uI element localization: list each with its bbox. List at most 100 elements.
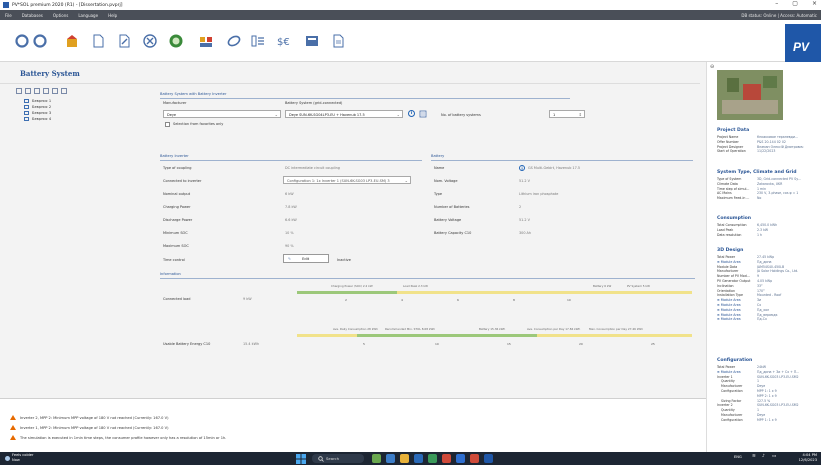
report-icon[interactable]: [304, 33, 320, 49]
section-divider: [431, 160, 693, 161]
section-heading-consumption: Consumption: [717, 216, 752, 221]
warning-icon: [10, 425, 16, 430]
menu-help[interactable]: Help: [103, 13, 122, 18]
globe-icon[interactable]: [168, 33, 184, 49]
forward-icon[interactable]: [32, 33, 48, 49]
battery-icon[interactable]: [250, 33, 266, 49]
document-icon[interactable]: [330, 33, 346, 49]
battery-voltage-value: 51.2 V: [519, 218, 530, 222]
edit-button[interactable]: ✎ Edit: [283, 254, 329, 263]
tree-tools-icon[interactable]: [52, 88, 58, 94]
back-icon[interactable]: [14, 33, 30, 49]
project-icon[interactable]: [64, 33, 80, 49]
database-icon[interactable]: [419, 110, 427, 118]
word-icon[interactable]: [456, 454, 465, 463]
warning-message[interactable]: Inverter 1, MPP 2: Minimum MPP voltage o…: [10, 425, 168, 430]
maximize-button[interactable]: ▢: [792, 0, 798, 7]
marker-label: Recommended Min. STOL 8.68 kWh: [385, 327, 436, 331]
coupling-value: DC intermediate circuit coupling: [285, 166, 340, 170]
cable-icon[interactable]: [226, 33, 242, 49]
tray-language[interactable]: ENG: [734, 455, 742, 459]
tick-label: 10: [435, 342, 439, 346]
connected-inverter-select[interactable]: Configuration 1: 1x Inverter 1 (SUN-6K-S…: [283, 176, 411, 184]
minimum-soc-value: 10 %: [285, 231, 294, 235]
tree-edit-icon[interactable]: [43, 88, 49, 94]
minimize-button[interactable]: –: [775, 0, 778, 7]
summary-row: Data resolution 1 h: [717, 233, 819, 238]
info-icon[interactable]: i: [519, 165, 525, 171]
summary-row[interactable]: Module AreaПд-Сх: [717, 317, 819, 322]
tree-copy-icon[interactable]: [25, 88, 31, 94]
window-titlebar: PV*SOL premium 2020 (R1) - [Dissertation…: [0, 0, 821, 10]
menu-databases[interactable]: Databases: [17, 13, 48, 18]
tree-item[interactable]: Беврпис 4: [16, 116, 144, 122]
section-divider: [160, 98, 570, 99]
section-information: Information: [160, 272, 181, 276]
chevron-down-icon: ⌄: [396, 112, 400, 117]
favorites-label: Selection from favorites only: [173, 122, 224, 126]
tick-label: 25: [651, 342, 655, 346]
taskbar-app-icon[interactable]: [428, 454, 437, 463]
brand-logo: PV: [785, 24, 821, 62]
discharge-power-label: Discharge Power: [163, 218, 193, 222]
weather-icon: [5, 456, 10, 461]
marker-label: Max. Consumption per Day 27.46 kWh: [589, 327, 643, 331]
tree-panel: Беврпис 1 Беврпис 2 Беврпис 3 Беврпис 4: [16, 88, 144, 398]
marker-label: Ave. Consumption per Day 17.84 kWh: [527, 327, 581, 331]
pvsol-taskbar-icon[interactable]: [484, 454, 493, 463]
edit-document-icon[interactable]: [116, 33, 132, 49]
wifi-icon[interactable]: ≋: [752, 454, 756, 459]
battery-tray-icon[interactable]: ▭: [772, 454, 776, 459]
battery-system-select[interactable]: Deye SUN-6K-SG04LP3-EU + Havenub 17.5 ⌄: [285, 110, 403, 118]
nominal-output-value: 6 kW: [285, 192, 294, 196]
num-batteries-stepper[interactable]: 1 ⇕: [549, 110, 585, 118]
window-title: PV*SOL premium 2020 (R1) - [Dissertation…: [12, 2, 123, 8]
taskbar-app-icon[interactable]: [372, 454, 381, 463]
warning-message[interactable]: The simulation is executed in 1min time …: [10, 435, 226, 440]
menu-options[interactable]: Options: [48, 13, 73, 18]
section-battery-inverter: Battery Inverter: [160, 154, 189, 158]
close-circle-icon[interactable]: [142, 33, 158, 49]
menu-file[interactable]: File: [0, 13, 17, 18]
charging-power-label: Charging Power: [163, 205, 191, 209]
taskbar-clock[interactable]: 4:04 PM 12/6/2023: [799, 453, 817, 463]
tree-expand-icon[interactable]: [61, 88, 67, 94]
folder-icon[interactable]: [400, 454, 409, 463]
battery-voltage-label: Battery Voltage: [434, 218, 462, 222]
nom-voltage-label: Nom. Voltage: [434, 179, 458, 183]
toolbar: $€: [0, 20, 821, 62]
favorites-checkbox[interactable]: [165, 122, 170, 127]
search-icon: [318, 456, 324, 462]
new-document-icon[interactable]: [90, 33, 106, 49]
tick-label: 2: [345, 298, 347, 302]
windows-start-icon[interactable]: [296, 454, 306, 464]
info-icon[interactable]: i: [408, 110, 415, 117]
battery-name-label: Name: [434, 166, 445, 170]
taskbar-app-icon[interactable]: [442, 454, 451, 463]
summary-value: No: [757, 196, 762, 201]
marker-label: Battery 15.36 kWh: [479, 327, 506, 331]
edge-icon[interactable]: [414, 454, 423, 463]
warning-message[interactable]: Inverter 2, MPP 2: Minimum MPP voltage o…: [10, 415, 168, 420]
taskbar-app-icon[interactable]: [470, 454, 479, 463]
marker-label: PV System 5 kW: [627, 284, 650, 288]
section-divider: [160, 160, 422, 161]
taskbar-app-icon[interactable]: [386, 454, 395, 463]
warning-icon: [10, 435, 16, 440]
tree-delete-icon[interactable]: [34, 88, 40, 94]
financial-icon[interactable]: $€: [276, 33, 292, 49]
tree-add-icon[interactable]: [16, 88, 22, 94]
summary-key: Start of Operation: [717, 149, 746, 154]
volume-icon[interactable]: ♪: [762, 454, 765, 459]
svg-text:$€: $€: [277, 37, 290, 48]
weather-widget[interactable]: Feels colder Now: [12, 453, 33, 463]
section-heading-design3d: 3D Design: [717, 248, 744, 253]
collapse-icon[interactable]: ⊖: [710, 64, 714, 70]
db-status[interactable]: DB status: Online | Access: Automatic: [741, 13, 817, 18]
close-button[interactable]: ×: [812, 0, 817, 7]
app-icon: [3, 2, 9, 8]
chevron-down-icon: ⌄: [274, 112, 278, 117]
modules-icon[interactable]: [198, 33, 214, 49]
menu-language[interactable]: Language: [73, 13, 103, 18]
manufacturer-select[interactable]: Deye ⌄: [163, 110, 281, 118]
